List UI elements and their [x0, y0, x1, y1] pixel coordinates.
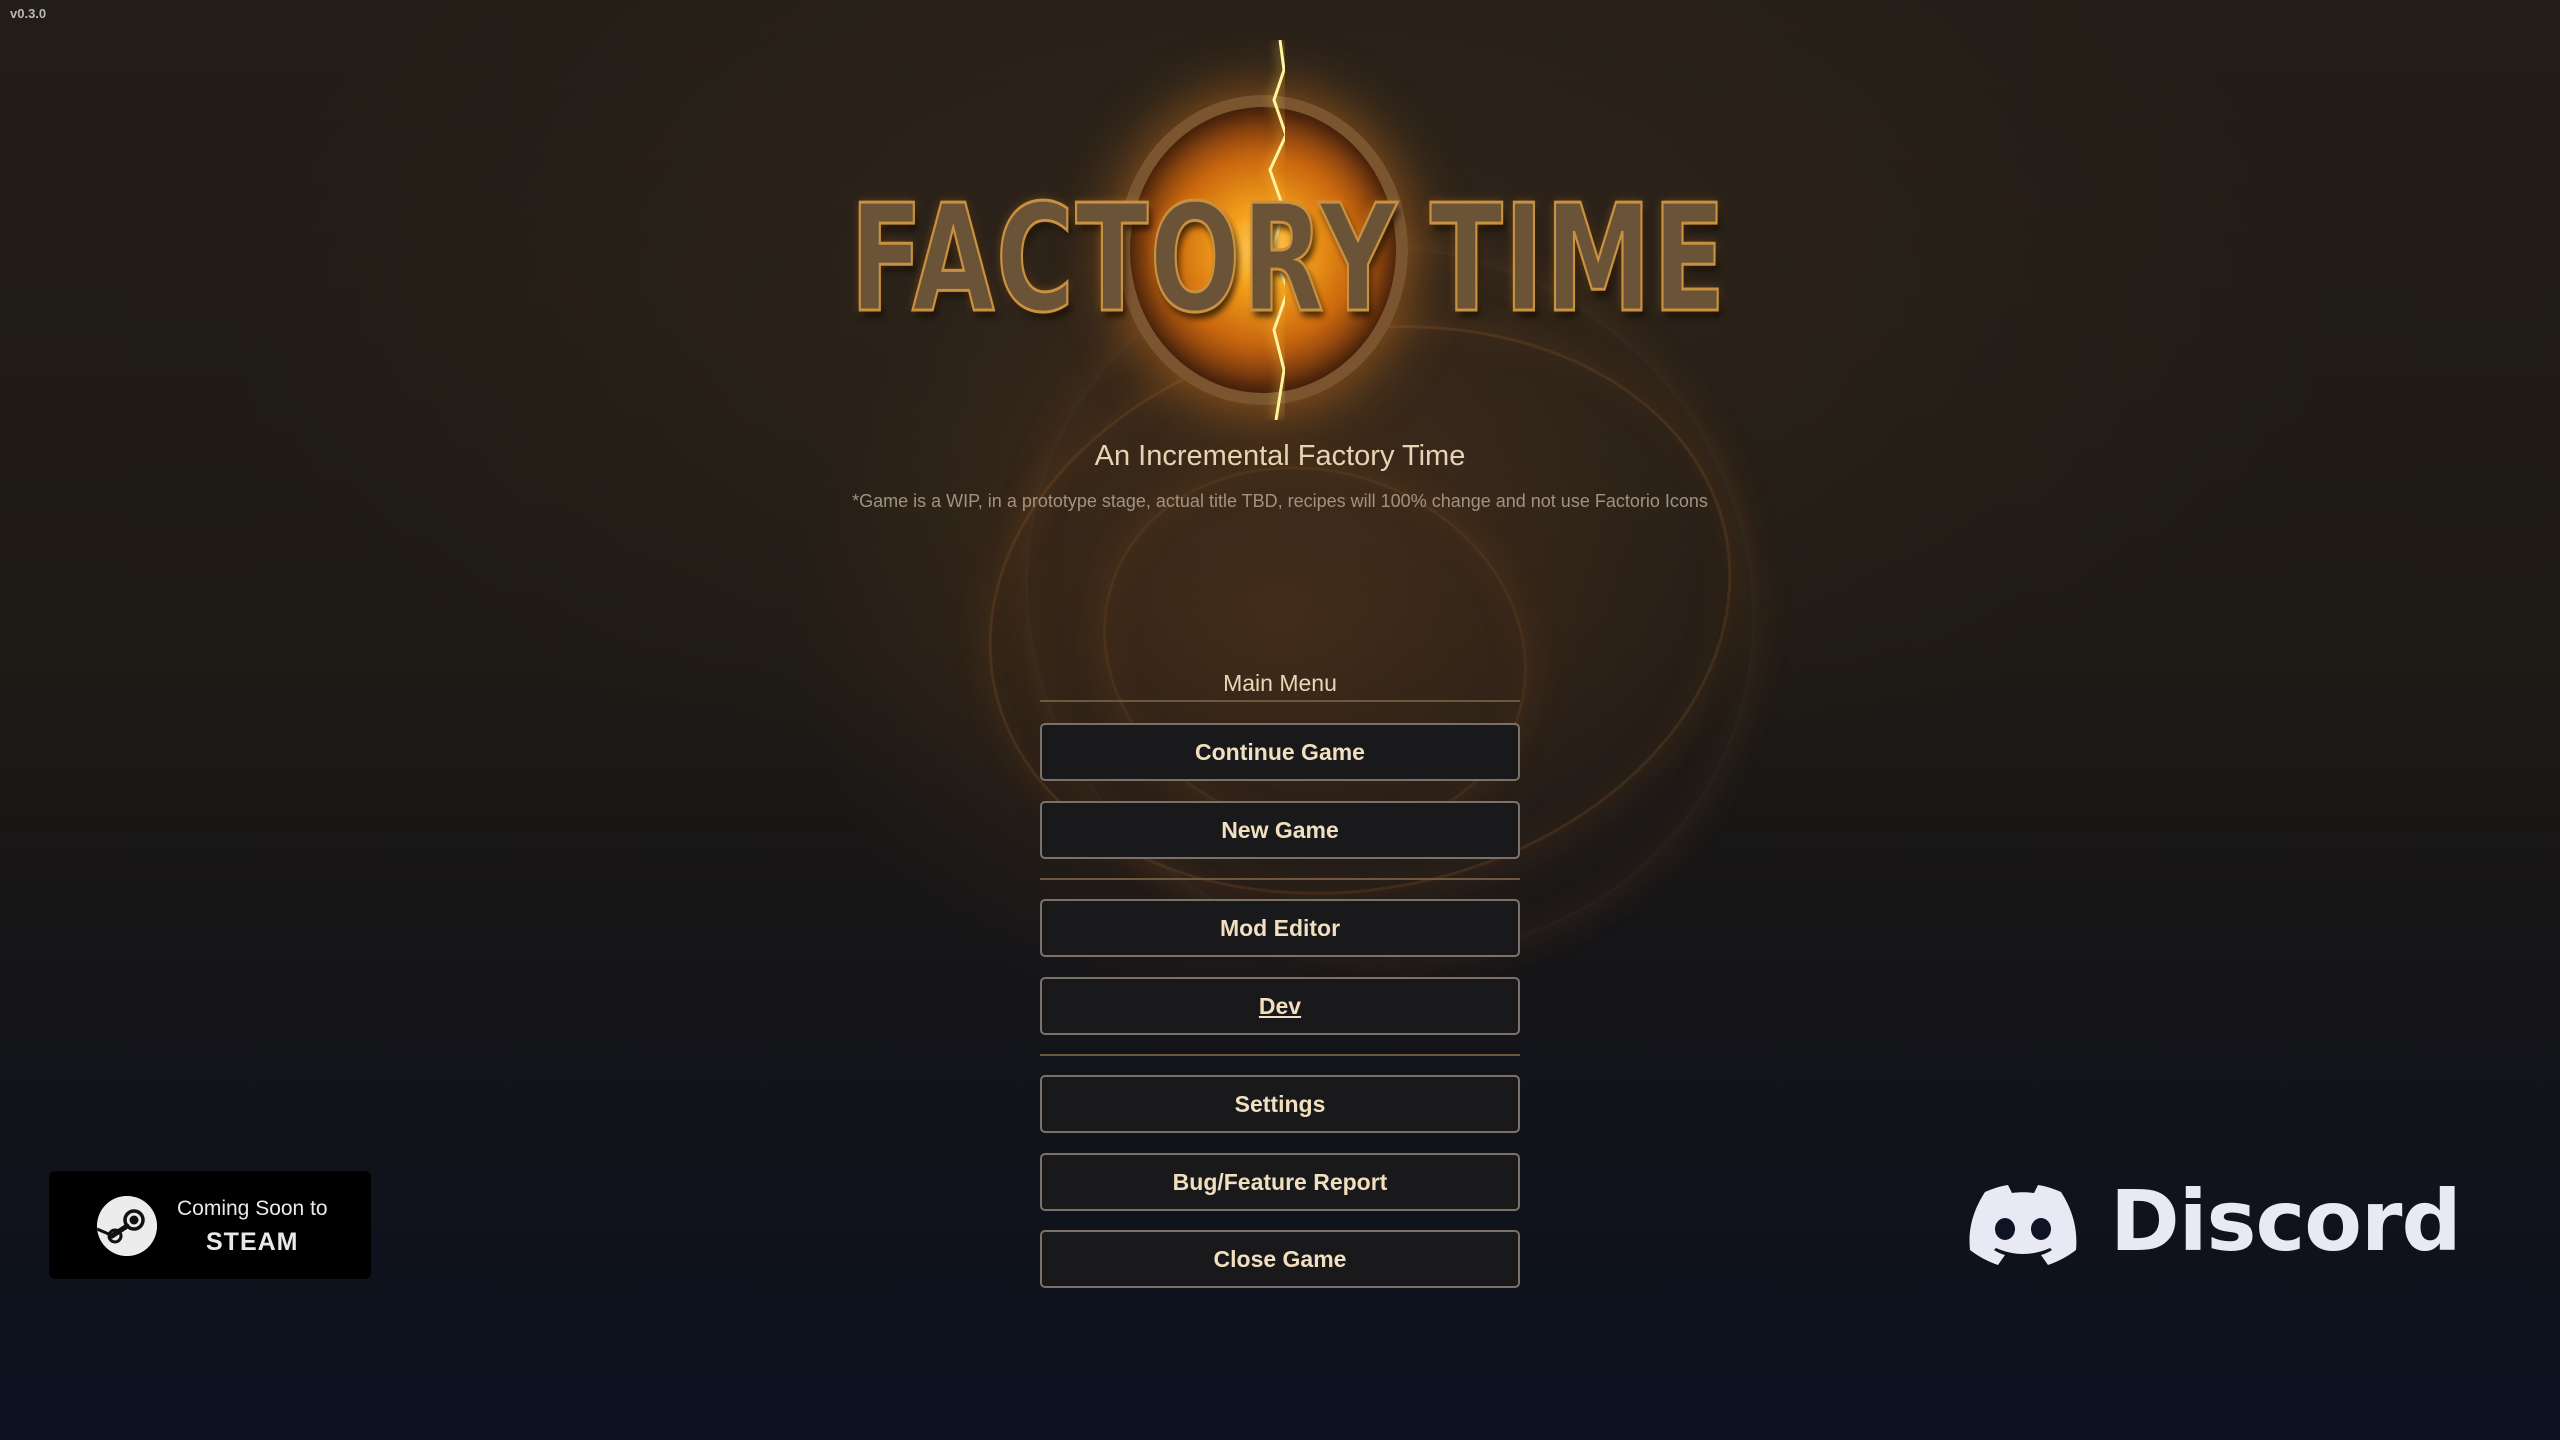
menu-divider — [1040, 1054, 1520, 1056]
discord-icon — [1969, 1185, 2077, 1265]
discord-link[interactable]: Discord — [1968, 1179, 2513, 1273]
game-logo: FACTORY TIME — [849, 40, 1727, 420]
version-label: v0.3.0 — [10, 6, 47, 21]
subtitle: An Incremental Factory Time — [1094, 440, 1466, 472]
main-menu: Main Menu Continue Game New Game Mod Edi… — [1040, 668, 1520, 1288]
close-game-button[interactable]: Close Game — [1040, 1230, 1520, 1288]
main-menu-title: Main Menu — [1040, 668, 1520, 702]
steam-coming-soon-text: Coming Soon to — [177, 1197, 328, 1220]
logo-word-factory: FACTORY — [849, 173, 1398, 345]
settings-button[interactable]: Settings — [1040, 1075, 1520, 1133]
discord-label: Discord — [2110, 1172, 2462, 1270]
mod-editor-button[interactable]: Mod Editor — [1040, 899, 1520, 957]
menu-divider — [1040, 878, 1520, 880]
bug-feature-report-button[interactable]: Bug/Feature Report — [1040, 1153, 1520, 1211]
continue-game-button[interactable]: Continue Game — [1040, 723, 1520, 781]
new-game-button[interactable]: New Game — [1040, 801, 1520, 859]
steam-coming-soon-badge[interactable]: Coming Soon to STEAM — [49, 1171, 371, 1279]
steam-label: STEAM — [206, 1228, 299, 1256]
logo-word-time: TIME — [1429, 173, 1727, 345]
steam-icon — [97, 1196, 157, 1256]
dev-button[interactable]: Dev — [1040, 977, 1520, 1035]
disclaimer-text: *Game is a WIP, in a prototype stage, ac… — [852, 491, 1708, 511]
